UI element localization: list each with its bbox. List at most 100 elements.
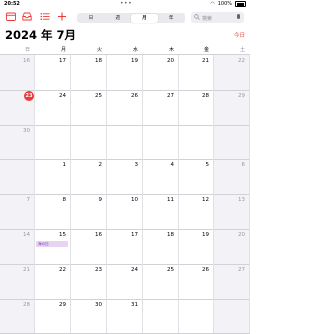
day-cell[interactable]: 9: [71, 194, 107, 229]
day-cell[interactable]: [143, 298, 179, 334]
list-icon[interactable]: [40, 12, 50, 21]
segment-year[interactable]: 年: [158, 14, 185, 23]
day-cell[interactable]: 19: [179, 229, 214, 264]
day-cell[interactable]: 25: [143, 263, 179, 299]
day-cell[interactable]: [71, 124, 107, 160]
day-cell[interactable]: 29: [35, 298, 71, 334]
day-number: 22: [59, 266, 66, 273]
add-icon[interactable]: [57, 12, 67, 21]
day-cell[interactable]: 13: [214, 194, 250, 229]
multitask-dots-icon[interactable]: •••: [120, 0, 132, 7]
day-number: 18: [167, 232, 174, 238]
day-cell[interactable]: 10: [107, 194, 143, 229]
day-cell[interactable]: 12: [179, 194, 214, 229]
day-cell[interactable]: 22: [35, 263, 71, 299]
day-cell[interactable]: 31: [107, 298, 143, 334]
status-bar: 20:52 ••• ◠ 100%: [0, 0, 250, 9]
day-number: 19: [202, 232, 209, 238]
week-row: 1 2 3 4 5 6: [0, 159, 250, 196]
day-cell[interactable]: [179, 298, 214, 334]
day-number: 29: [59, 301, 66, 308]
day-cell[interactable]: 19: [107, 55, 143, 90]
day-cell[interactable]: 16: [71, 229, 107, 264]
day-cell[interactable]: 26: [107, 89, 143, 125]
day-cell[interactable]: 11: [143, 194, 179, 229]
day-cell[interactable]: 16: [0, 55, 35, 90]
day-cell[interactable]: 18: [71, 55, 107, 90]
view-mode-segmented-control: 日 週 月 年: [77, 13, 185, 23]
day-cell[interactable]: [0, 159, 35, 195]
weekday-label: 木: [169, 47, 175, 53]
day-cell[interactable]: 4: [143, 159, 179, 195]
day-cell[interactable]: 17: [107, 229, 143, 264]
day-cell[interactable]: 27: [214, 263, 250, 299]
day-number: 24: [59, 92, 66, 99]
day-cell[interactable]: 24: [35, 89, 71, 125]
day-cell[interactable]: [214, 298, 250, 334]
calendars-icon[interactable]: [6, 12, 16, 21]
day-cell[interactable]: 30: [71, 298, 107, 334]
weekday-label: 金: [204, 47, 210, 53]
search-placeholder: 検索: [202, 15, 213, 22]
day-cell[interactable]: 14: [0, 229, 35, 264]
day-number: 28: [23, 301, 30, 308]
day-cell[interactable]: 28: [179, 89, 214, 125]
day-cell[interactable]: 21: [179, 55, 214, 90]
day-cell[interactable]: 29: [214, 89, 250, 125]
week-row: 23 24 25 26 27 28 29: [0, 89, 250, 126]
day-number: 5: [205, 162, 210, 169]
day-cell[interactable]: 30: [0, 124, 35, 160]
day-number: 17: [131, 232, 138, 238]
search-field[interactable]: 検索: [191, 12, 244, 23]
week-row: 16 17 18 19 20 21 22: [0, 55, 250, 91]
inbox-icon[interactable]: [22, 12, 32, 21]
day-cell[interactable]: 2: [71, 159, 107, 195]
day-number: 8: [62, 197, 67, 204]
today-button[interactable]: 今日: [234, 31, 245, 39]
month-grid: 16 17 18 19 20 21 22 23 24 25 26 27 28 29 30 1 2 3 4 5 6 7 8 9 1…: [0, 54, 250, 334]
day-cell[interactable]: 28: [0, 298, 35, 334]
day-cell[interactable]: [35, 124, 71, 160]
microphone-icon[interactable]: [237, 14, 240, 19]
day-number: 12: [202, 197, 209, 204]
segment-month[interactable]: 月: [131, 13, 158, 23]
day-cell[interactable]: [179, 124, 214, 160]
day-cell[interactable]: 27: [143, 89, 179, 125]
day-cell[interactable]: 17: [35, 55, 71, 90]
day-cell[interactable]: 23: [0, 89, 35, 125]
day-number: 27: [167, 92, 174, 99]
day-cell[interactable]: 24: [107, 263, 143, 299]
day-cell[interactable]: 7: [0, 194, 35, 229]
day-cell[interactable]: 6: [214, 159, 250, 195]
day-cell[interactable]: 20: [214, 229, 250, 264]
day-number: 4: [170, 162, 175, 169]
day-cell[interactable]: 18: [143, 229, 179, 264]
segment-week[interactable]: 週: [104, 14, 131, 23]
day-cell[interactable]: 26: [179, 263, 214, 299]
day-number: 6: [241, 162, 246, 169]
day-number: 21: [23, 266, 30, 273]
day-number: 16: [95, 232, 102, 238]
day-number: 30: [95, 301, 102, 308]
day-cell[interactable]: 20: [143, 55, 179, 90]
day-cell[interactable]: 8: [35, 194, 71, 229]
calendar-event[interactable]: 海の日: [36, 241, 68, 247]
day-number: 11: [167, 197, 174, 204]
day-cell[interactable]: 23: [71, 263, 107, 299]
day-cell[interactable]: 3: [107, 159, 143, 195]
segment-day[interactable]: 日: [78, 14, 105, 23]
weekday-label: 月: [61, 47, 67, 53]
day-number: 24: [131, 266, 138, 273]
day-cell[interactable]: [107, 124, 143, 160]
day-cell[interactable]: [214, 124, 250, 160]
day-number: 2: [98, 162, 103, 169]
day-cell[interactable]: 22: [214, 55, 250, 90]
day-cell[interactable]: 1: [35, 159, 71, 195]
day-cell[interactable]: 21: [0, 263, 35, 299]
day-cell[interactable]: [143, 124, 179, 160]
day-number: 9: [98, 197, 103, 204]
week-row: 30: [0, 124, 250, 161]
day-number: 29: [238, 92, 245, 99]
day-cell[interactable]: 25: [71, 89, 107, 125]
day-cell[interactable]: 5: [179, 159, 214, 195]
